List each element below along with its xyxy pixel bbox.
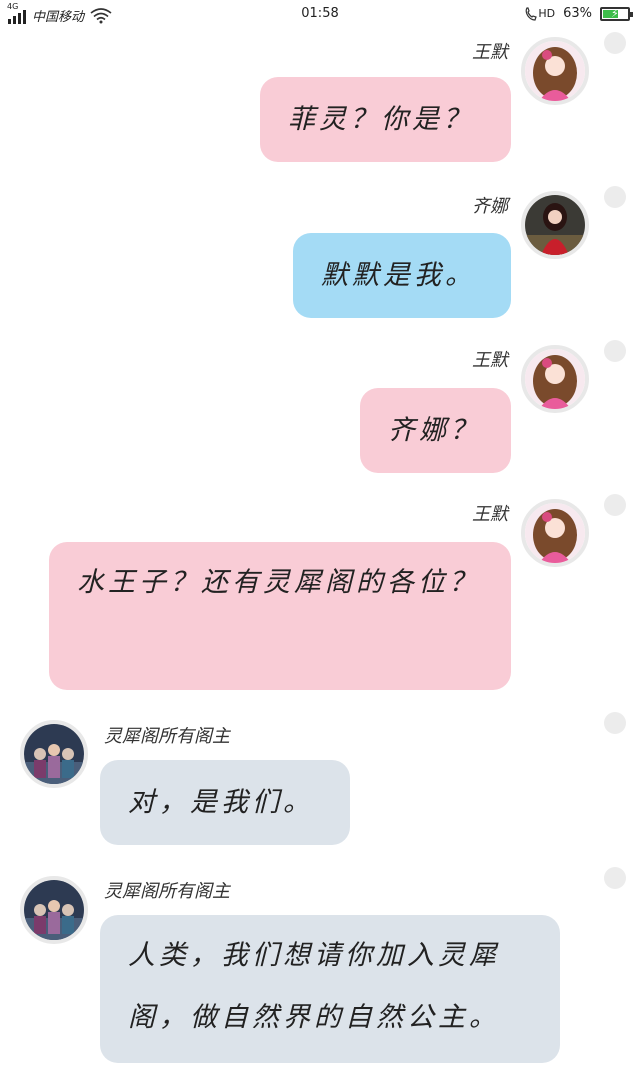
message-row: 王默 菲灵？你是？ (0, 32, 640, 172)
sender-name: 灵犀阁所有阁主 (104, 726, 230, 747)
message-bubble[interactable]: 齐娜？ (360, 388, 511, 473)
sender-name: 王默 (472, 42, 508, 63)
sender-name: 王默 (472, 504, 508, 525)
message-bubble[interactable]: 水王子？还有灵犀阁的各位？ (49, 542, 511, 690)
message-row: 齐娜 默默是我。 (0, 186, 640, 326)
wangmo-avatar[interactable] (521, 37, 589, 105)
status-right: HD 63% ⚡ (525, 6, 633, 21)
sender-name: 王默 (472, 350, 508, 371)
message-row: 灵犀阁所有阁主 对，是我们。 (0, 712, 640, 852)
select-dot[interactable] (604, 32, 626, 54)
message-row: 灵犀阁所有阁主 人类，我们想请你加入灵犀阁，做自然界的自然公主。 (0, 867, 640, 1067)
message-row: 王默 齐娜？ (0, 340, 640, 480)
message-row: 王默 水王子？还有灵犀阁的各位？ (0, 494, 640, 694)
message-bubble[interactable]: 人类，我们想请你加入灵犀阁，做自然界的自然公主。 (100, 915, 560, 1063)
message-bubble[interactable]: 对，是我们。 (100, 760, 350, 845)
hd-label: HD (538, 7, 556, 20)
message-bubble[interactable]: 默默是我。 (293, 233, 511, 318)
status-bar: 4G 中国移动 01:58 HD 63% ⚡ (0, 0, 640, 30)
group-avatar[interactable] (20, 720, 88, 788)
group-avatar[interactable] (20, 876, 88, 944)
qina-avatar[interactable] (521, 191, 589, 259)
wangmo-avatar[interactable] (521, 345, 589, 413)
wangmo-avatar[interactable] (521, 499, 589, 567)
battery-icon: ⚡ (600, 6, 633, 21)
battery-percent: 63% (563, 6, 592, 21)
select-dot[interactable] (604, 186, 626, 208)
select-dot[interactable] (604, 340, 626, 362)
select-dot[interactable] (604, 494, 626, 516)
sender-name: 灵犀阁所有阁主 (104, 881, 230, 902)
hd-call-icon: HD (525, 6, 556, 21)
sender-name: 齐娜 (472, 196, 508, 217)
select-dot[interactable] (604, 712, 626, 734)
message-bubble[interactable]: 菲灵？你是？ (260, 77, 511, 162)
select-dot[interactable] (604, 867, 626, 889)
